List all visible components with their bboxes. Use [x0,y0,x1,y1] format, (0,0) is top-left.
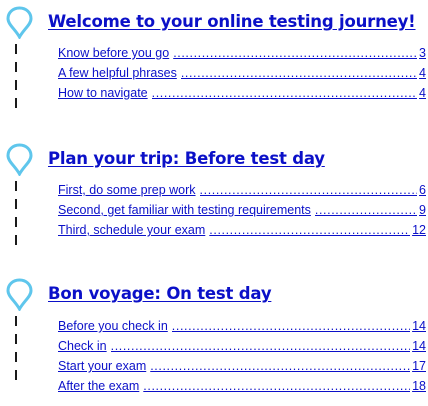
toc-item-page: 3 [419,46,426,60]
toc-item-know-before-you-go[interactable]: Know before you go 3 [58,43,426,63]
dot-leader [181,63,417,83]
toc-item-label: Second, get familiar with testing requir… [58,203,311,217]
dot-leader [111,336,410,356]
toc-section-bon-voyage: Bon voyage: On test day Before you check… [0,278,428,406]
toc-item-prep-work[interactable]: First, do some prep work 6 [58,180,426,200]
toc-item-page: 12 [412,223,426,237]
toc-section-welcome: Welcome to your online testing journey! … [0,6,428,126]
map-pin-icon [6,143,33,176]
dashed-connector [15,44,19,114]
toc-item-label: Start your exam [58,359,147,373]
toc-list: First, do some prep work 6 Second, get fa… [58,180,428,240]
toc-section-plan-your-trip: Plan your trip: Before test day First, d… [0,143,428,263]
dot-leader [143,376,410,396]
toc-item-label: Know before you go [58,46,170,60]
toc-list: Know before you go 3 A few helpful phrase… [58,43,428,103]
toc-item-how-to-navigate[interactable]: How to navigate 4 [58,83,426,103]
dot-leader [172,316,410,336]
toc-item-label: After the exam [58,379,140,393]
dot-leader [150,356,410,376]
toc-item-start-exam[interactable]: Start your exam 17 [58,356,426,376]
toc-item-before-check-in[interactable]: Before you check in 14 [58,316,426,336]
section-title[interactable]: Welcome to your online testing journey! [48,12,416,31]
dot-leader [173,43,417,63]
dot-leader [152,83,417,103]
toc-item-label: How to navigate [58,86,148,100]
section-title[interactable]: Bon voyage: On test day [48,284,272,303]
toc-item-page: 17 [412,359,426,373]
toc-item-page: 14 [412,339,426,353]
toc-item-page: 9 [419,203,426,217]
map-pin-icon [6,278,33,311]
toc-item-schedule-exam[interactable]: Third, schedule your exam 12 [58,220,426,240]
toc-item-label: First, do some prep work [58,183,196,197]
toc-item-check-in[interactable]: Check in 14 [58,336,426,356]
dot-leader [200,180,418,200]
section-title[interactable]: Plan your trip: Before test day [48,149,325,168]
toc-item-label: Third, schedule your exam [58,223,206,237]
toc-item-after-exam[interactable]: After the exam 18 [58,376,426,396]
toc-item-page: 6 [419,183,426,197]
map-pin-icon [6,6,33,39]
dashed-connector [15,316,19,396]
toc-item-helpful-phrases[interactable]: A few helpful phrases 4 [58,63,426,83]
toc-list: Before you check in 14 Check in 14 Start y… [58,316,428,396]
toc-item-page: 4 [419,66,426,80]
toc-item-label: Before you check in [58,319,168,333]
toc-item-page: 4 [419,86,426,100]
toc-item-label: A few helpful phrases [58,66,177,80]
dot-leader [209,220,410,240]
toc-item-testing-requirements[interactable]: Second, get familiar with testing requir… [58,200,426,220]
dashed-connector [15,181,19,261]
dot-leader [315,200,417,220]
toc-item-page: 14 [412,319,426,333]
toc-item-label: Check in [58,339,107,353]
toc-item-page: 18 [412,379,426,393]
